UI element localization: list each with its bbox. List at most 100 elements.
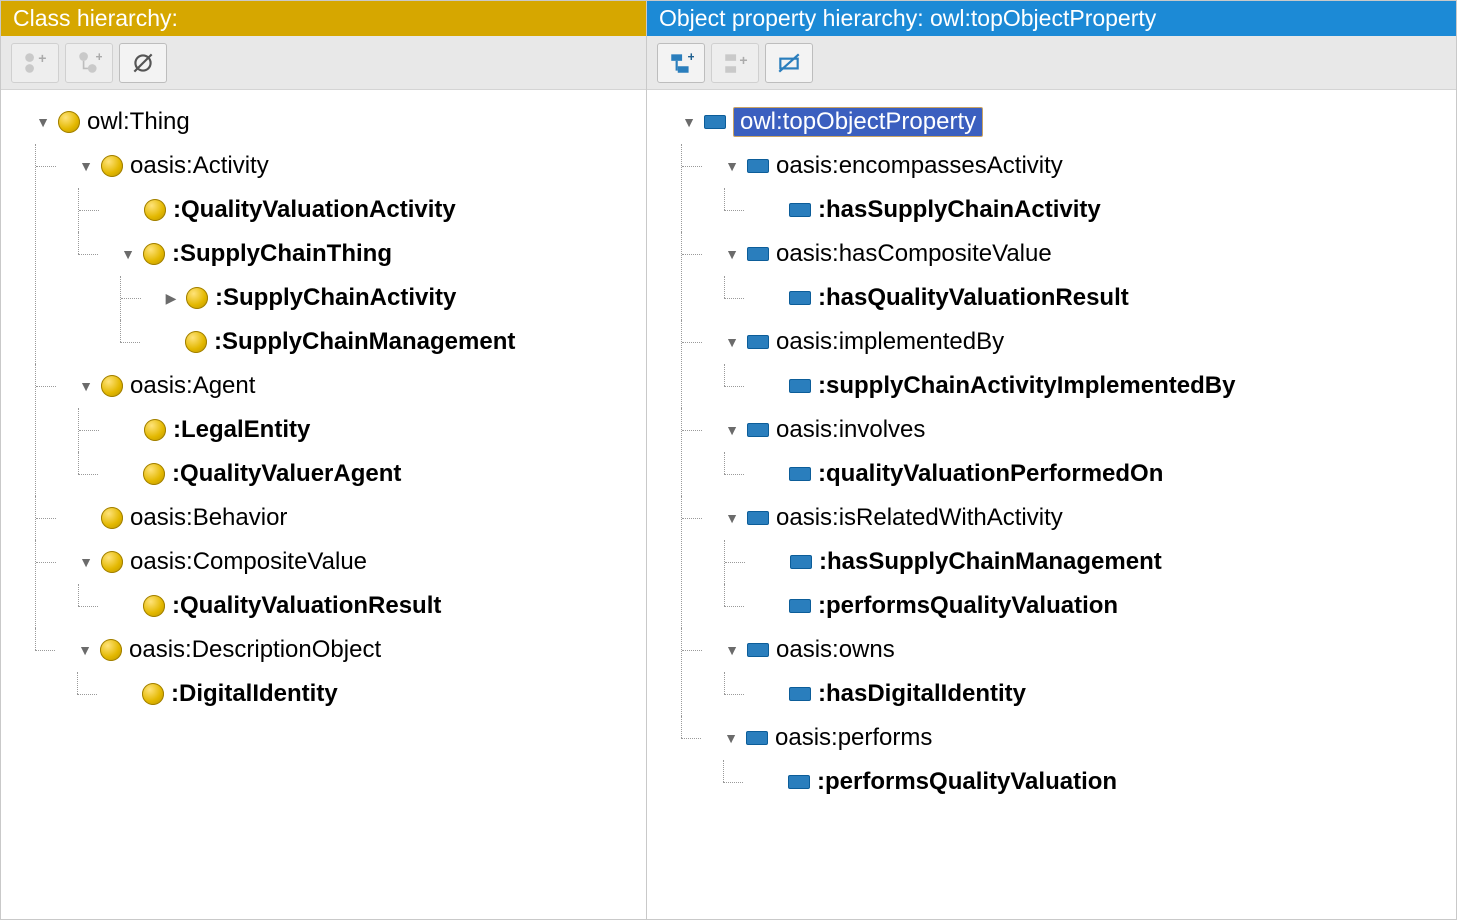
tree-node-label: :hasDigitalIdentity <box>818 682 1026 706</box>
expand-toggle-icon[interactable] <box>724 423 740 437</box>
add-subclass-button[interactable]: + <box>65 43 113 83</box>
class-icon <box>184 330 208 354</box>
tree-node-label: oasis:owns <box>776 638 895 662</box>
class-tree[interactable]: owl:Thing oasis:Activity :QualityValuation… <box>1 90 646 919</box>
object-property-icon <box>788 462 812 486</box>
add-sibling-property-icon: + <box>722 50 748 76</box>
tree-node-supplychainactivityimplementedby[interactable]: :supplyChainActivityImplementedBy <box>766 364 1452 408</box>
add-sibling-property-button[interactable]: + <box>711 43 759 83</box>
expand-toggle-icon[interactable] <box>724 159 740 173</box>
expand-toggle-icon[interactable] <box>78 159 94 173</box>
tree-node-legalentity[interactable]: :LegalEntity <box>121 408 642 452</box>
tree-node-label: oasis:CompositeValue <box>130 550 367 574</box>
tree-node-oasis-performs[interactable]: oasis:performs <box>723 716 1452 760</box>
tree-node-qualityvalueragent[interactable]: :QualityValuerAgent <box>120 452 642 496</box>
class-icon <box>143 418 167 442</box>
expand-toggle-icon[interactable] <box>120 247 136 261</box>
object-property-icon <box>788 682 812 706</box>
svg-text:+: + <box>688 50 695 64</box>
tree-node-label: :QualityValuationResult <box>172 594 441 618</box>
tree-node-supplychainmanagement[interactable]: :SupplyChainManagement <box>162 320 642 364</box>
add-sibling-class-button[interactable]: + <box>11 43 59 83</box>
tree-node-label: oasis:hasCompositeValue <box>776 242 1052 266</box>
class-icon <box>100 374 124 398</box>
expand-toggle-icon[interactable] <box>163 291 179 305</box>
tree-node-label: oasis:Activity <box>130 154 269 178</box>
expand-toggle-icon[interactable] <box>77 643 93 657</box>
object-property-icon <box>746 154 770 178</box>
tree-node-label: :LegalEntity <box>173 418 310 442</box>
object-property-icon <box>788 198 812 222</box>
tree-node-label: :QualityValuationActivity <box>173 198 456 222</box>
tree-node-qualityvaluationperformedon[interactable]: :qualityValuationPerformedOn <box>766 452 1452 496</box>
expand-toggle-icon[interactable] <box>724 335 740 349</box>
class-icon <box>100 506 124 530</box>
tree-node-oasis-encompassesactivity[interactable]: oasis:encompassesActivity <box>724 144 1452 188</box>
tree-node-oasis-behavior[interactable]: oasis:Behavior <box>78 496 642 540</box>
tree-node-oasis-implementedby[interactable]: oasis:implementedBy <box>724 320 1452 364</box>
tree-node-label: oasis:Agent <box>130 374 255 398</box>
svg-text:+: + <box>739 52 747 68</box>
class-icon <box>141 682 165 706</box>
tree-node-oasis-agent[interactable]: oasis:Agent <box>78 364 642 408</box>
tree-node-oasis-isrelatedwithactivity[interactable]: oasis:isRelatedWithActivity <box>724 496 1452 540</box>
object-property-icon <box>746 638 770 662</box>
tree-node-owl-thing[interactable]: owl:Thing <box>35 100 642 144</box>
tree-node-performsqualityvaluation[interactable]: :performsQualityValuation <box>766 584 1452 628</box>
tree-node-digitalidentity[interactable]: :DigitalIdentity <box>119 672 642 716</box>
object-property-hierarchy-title: Object property hierarchy: owl:topObject… <box>647 1 1456 36</box>
delete-property-button[interactable] <box>765 43 813 83</box>
tree-node-hassupplychainmanagement[interactable]: :hasSupplyChainManagement <box>767 540 1452 584</box>
tree-node-hasdigitalidentity[interactable]: :hasDigitalIdentity <box>766 672 1452 716</box>
class-icon <box>100 550 124 574</box>
expand-toggle-icon[interactable] <box>724 643 740 657</box>
object-property-icon <box>745 726 769 750</box>
tree-node-label: :hasSupplyChainActivity <box>818 198 1101 222</box>
add-subproperty-button[interactable]: + <box>657 43 705 83</box>
tree-node-oasis-involves[interactable]: oasis:involves <box>724 408 1452 452</box>
object-property-icon <box>789 550 813 574</box>
tree-node-qualityvaluationactivity[interactable]: :QualityValuationActivity <box>121 188 642 232</box>
tree-node-oasis-hascompositevalue[interactable]: oasis:hasCompositeValue <box>724 232 1452 276</box>
object-property-icon <box>746 330 770 354</box>
tree-node-oasis-descriptionobject[interactable]: oasis:DescriptionObject <box>77 628 642 672</box>
tree-node-owl-topobjectproperty[interactable]: owl:topObjectProperty <box>681 100 1452 144</box>
expand-toggle-icon[interactable] <box>723 731 739 745</box>
object-property-toolbar: + + <box>647 36 1456 90</box>
tree-node-oasis-owns[interactable]: oasis:owns <box>724 628 1452 672</box>
tree-node-label: :SupplyChainThing <box>172 242 392 266</box>
expand-toggle-icon[interactable] <box>78 555 94 569</box>
expand-toggle-icon[interactable] <box>35 115 51 129</box>
tree-node-label: :QualityValuerAgent <box>172 462 401 486</box>
delete-class-button[interactable] <box>119 43 167 83</box>
tree-node-label: oasis:implementedBy <box>776 330 1004 354</box>
class-icon <box>185 286 209 310</box>
object-property-icon <box>746 418 770 442</box>
tree-node-label: oasis:DescriptionObject <box>129 638 381 662</box>
add-sibling-icon: + <box>22 50 48 76</box>
class-hierarchy-title: Class hierarchy: <box>1 1 646 36</box>
tree-node-oasis-compositevalue[interactable]: oasis:CompositeValue <box>78 540 642 584</box>
expand-toggle-icon[interactable] <box>724 247 740 261</box>
tree-node-label: owl:topObjectProperty <box>733 107 983 137</box>
tree-node-performsqualityvaluation[interactable]: :performsQualityValuation <box>765 760 1452 804</box>
tree-node-qualityvaluationresult[interactable]: :QualityValuationResult <box>120 584 642 628</box>
object-property-tree[interactable]: owl:topObjectProperty oasis:encompassesAc… <box>647 90 1456 919</box>
delete-icon <box>130 50 156 76</box>
tree-node-hasqualityvaluationresult[interactable]: :hasQualityValuationResult <box>766 276 1452 320</box>
expand-toggle-icon[interactable] <box>78 379 94 393</box>
class-icon <box>57 110 81 134</box>
expand-toggle-icon[interactable] <box>681 115 697 129</box>
class-hierarchy-toolbar: + + <box>1 36 646 90</box>
tree-node-oasis-activity[interactable]: oasis:Activity <box>78 144 642 188</box>
tree-node-label: oasis:Behavior <box>130 506 287 530</box>
tree-node-supplychainthing[interactable]: :SupplyChainThing <box>120 232 642 276</box>
class-icon <box>100 154 124 178</box>
tree-node-label: oasis:encompassesActivity <box>776 154 1063 178</box>
tree-node-hassupplychainactivity[interactable]: :hasSupplyChainActivity <box>766 188 1452 232</box>
add-child-icon: + <box>76 50 102 76</box>
object-property-icon <box>788 594 812 618</box>
expand-toggle-icon[interactable] <box>724 511 740 525</box>
tree-node-supplychainactivity[interactable]: :SupplyChainActivity <box>163 276 642 320</box>
add-subproperty-icon: + <box>668 50 694 76</box>
